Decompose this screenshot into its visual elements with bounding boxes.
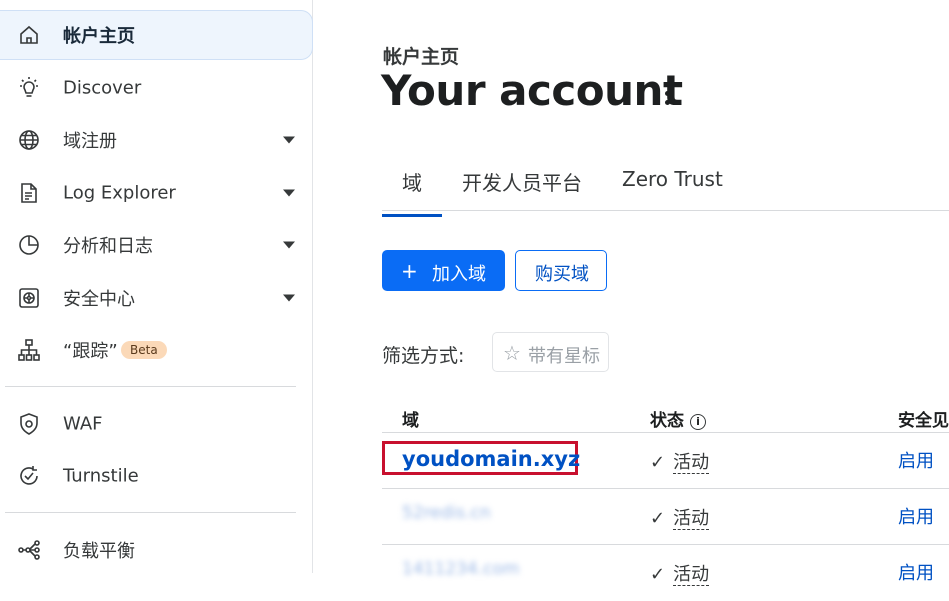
log-document-icon: [21, 183, 37, 203]
add-domain-label: 加入域: [432, 264, 486, 285]
sidebar-item-label: “跟踪”: [63, 341, 118, 362]
sidebar-item-label: Discover: [63, 77, 142, 99]
load-balancer-icon: [18, 540, 40, 560]
sidebar-item-security-center[interactable]: 安全中心: [0, 273, 312, 323]
globe-icon: [19, 130, 39, 150]
starred-filter-label: 带有星标: [528, 346, 600, 367]
sidebar-item-account-home[interactable]: 帐户主页: [0, 10, 313, 60]
table-row: youdomain.xyz ✓ 活动 启用: [382, 433, 949, 489]
domain-link[interactable]: 1411234.com: [402, 559, 519, 579]
lightbulb-icon: [20, 77, 38, 97]
check-icon: ✓: [650, 564, 666, 585]
status-cell: ✓ 活动: [650, 448, 710, 474]
domain-link[interactable]: youdomain.xyz: [402, 447, 580, 471]
status-cell: ✓ 活动: [650, 560, 710, 586]
status-value[interactable]: 活动: [673, 564, 710, 586]
sidebar-item-domain-registration[interactable]: 域注册: [0, 115, 312, 165]
tab-bar: 域 开发人员平台 Zero Trust: [382, 150, 949, 217]
home-icon: [20, 25, 38, 44]
trace-tree-icon: [18, 339, 40, 361]
shield-gear-icon: [20, 413, 38, 435]
sidebar-item-log-explorer[interactable]: Log Explorer: [0, 168, 312, 218]
sidebar-item-label: Turnstile: [63, 465, 139, 487]
more-options-icon[interactable]: [665, 82, 671, 108]
chevron-down-icon[interactable]: [283, 136, 295, 144]
check-icon: ✓: [650, 452, 666, 473]
sidebar-divider: [5, 386, 296, 387]
sidebar-item-label: 安全中心: [63, 289, 135, 310]
table-row: 52redis.cn ✓ 活动 启用: [382, 489, 949, 545]
status-cell: ✓ 活动: [650, 504, 710, 530]
sidebar-divider: [5, 512, 296, 513]
chevron-down-icon[interactable]: [283, 189, 295, 197]
sidebar-item-label: 负载平衡: [63, 541, 135, 562]
column-header-status: 状态 i: [650, 406, 706, 431]
sidebar-item-analytics-logs[interactable]: 分析和日志: [0, 220, 312, 270]
buy-domain-label: 购买域: [535, 264, 589, 285]
domain-link[interactable]: 52redis.cn: [402, 503, 491, 523]
sidebar-item-load-balancing[interactable]: 负载平衡: [0, 525, 312, 575]
sidebar-item-label: Log Explorer: [63, 182, 176, 204]
tab-domains[interactable]: 域: [382, 167, 442, 217]
filter-label: 筛选方式:: [382, 345, 465, 367]
status-value[interactable]: 活动: [673, 508, 710, 530]
tab-zero-trust[interactable]: Zero Trust: [622, 167, 723, 191]
starred-filter-button[interactable]: ☆ 带有星标: [492, 332, 609, 372]
chevron-down-icon[interactable]: [283, 294, 295, 302]
sidebar-item-waf[interactable]: WAF: [0, 399, 312, 449]
chevron-down-icon[interactable]: [283, 241, 295, 249]
security-insights-link[interactable]: 启用: [898, 447, 934, 473]
column-header-security[interactable]: 安全见解: [898, 406, 949, 431]
info-icon[interactable]: i: [690, 414, 706, 430]
beta-badge: Beta: [121, 341, 167, 359]
sidebar-item-trace[interactable]: “跟踪” Beta: [0, 325, 312, 375]
sidebar-item-label: 域注册: [63, 131, 117, 152]
security-insights-link[interactable]: 启用: [898, 559, 934, 585]
main-content: 帐户主页 Your account 域 开发人员平台 Zero Trust + …: [313, 0, 949, 586]
sidebar-item-label: WAF: [63, 413, 103, 435]
security-insights-link[interactable]: 启用: [898, 503, 934, 529]
status-value[interactable]: 活动: [673, 452, 710, 474]
pie-chart-icon: [19, 235, 39, 255]
sidebar: 帐户主页 Discover 域注册 Log Explorer 分析和日志 安全中…: [0, 0, 313, 573]
page-title: Your account: [381, 66, 683, 115]
security-center-icon: [19, 288, 39, 308]
sidebar-item-label: 帐户主页: [63, 26, 135, 47]
buy-domain-button[interactable]: 购买域: [515, 250, 607, 291]
sidebar-item-label: 分析和日志: [63, 236, 153, 257]
tab-developer-platform[interactable]: 开发人员平台: [462, 167, 582, 196]
breadcrumb: 帐户主页: [383, 46, 460, 68]
table-row: 1411234.com ✓ 活动 启用: [382, 545, 949, 601]
star-icon: ☆: [503, 341, 521, 365]
sidebar-item-discover[interactable]: Discover: [0, 63, 312, 113]
status-header-label: 状态: [650, 411, 684, 431]
plus-icon: +: [401, 259, 418, 283]
column-header-domain[interactable]: 域: [402, 406, 419, 431]
check-icon: ✓: [650, 508, 666, 529]
add-domain-button[interactable]: + 加入域: [382, 250, 505, 291]
sidebar-item-turnstile[interactable]: Turnstile: [0, 451, 312, 501]
turnstile-check-icon: [20, 466, 38, 485]
